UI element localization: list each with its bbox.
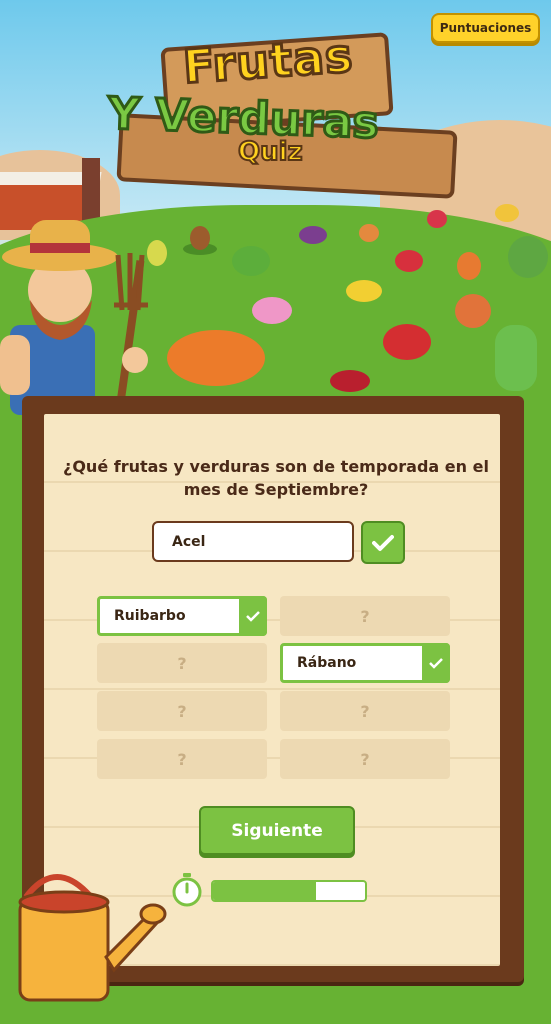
answer-slot-label: ? xyxy=(360,606,370,626)
next-button[interactable]: Siguiente xyxy=(199,806,355,855)
answer-slot: ? xyxy=(280,691,450,731)
answer-slot-label: ? xyxy=(177,653,187,673)
answer-correct-badge xyxy=(239,596,267,636)
cucumber-icon xyxy=(495,325,537,391)
watering-can-icon xyxy=(18,874,167,1002)
eggplant-icon xyxy=(299,226,327,244)
answer-slot: ? xyxy=(97,643,267,683)
cheese-icon xyxy=(495,204,519,222)
farmer-icon xyxy=(0,220,148,415)
cherry-icon xyxy=(330,370,370,392)
broccoli-icon xyxy=(232,246,270,276)
carrot-icon xyxy=(457,252,481,280)
answer-slot: Ruibarbo xyxy=(97,596,267,636)
lemon-icon xyxy=(346,280,382,302)
time-progress-fill xyxy=(213,882,317,900)
answer-slot: Rábano xyxy=(280,643,450,683)
strawberry-icon xyxy=(427,210,447,228)
checkmark-icon xyxy=(246,611,260,622)
answer-slot: ? xyxy=(280,739,450,779)
answer-slot: ? xyxy=(97,691,267,731)
submit-answer-button[interactable] xyxy=(361,521,405,564)
game-logo: Frutas Y Verduras Quiz xyxy=(88,27,458,199)
tomato-icon xyxy=(395,250,423,272)
checkmark-icon xyxy=(429,658,443,669)
checkmark-icon xyxy=(372,534,394,551)
radish-icon xyxy=(508,236,548,278)
answer-slot: ? xyxy=(97,739,267,779)
answer-slot-label: ? xyxy=(360,749,370,769)
question-text: ¿Qué frutas y verduras son de temporada … xyxy=(63,457,489,499)
donut-icon xyxy=(252,297,292,324)
answer-slot: ? xyxy=(280,596,450,636)
pineapple-icon xyxy=(190,226,210,250)
answer-slot-label: ? xyxy=(360,701,370,721)
time-progress-bar xyxy=(211,880,367,902)
logo-title-line3: Quiz xyxy=(237,136,304,168)
answer-input[interactable] xyxy=(152,521,354,562)
answer-slot-label: ? xyxy=(177,701,187,721)
answer-slot-label: ? xyxy=(177,749,187,769)
chicken-leg-icon xyxy=(455,294,491,328)
pumpkin-icon xyxy=(167,330,265,386)
apple-icon xyxy=(383,324,431,360)
carrot-icon xyxy=(359,224,379,242)
answer-correct-badge xyxy=(422,643,450,683)
answer-slot-label: Rábano xyxy=(297,655,357,671)
answer-slot-label: Ruibarbo xyxy=(114,608,186,624)
